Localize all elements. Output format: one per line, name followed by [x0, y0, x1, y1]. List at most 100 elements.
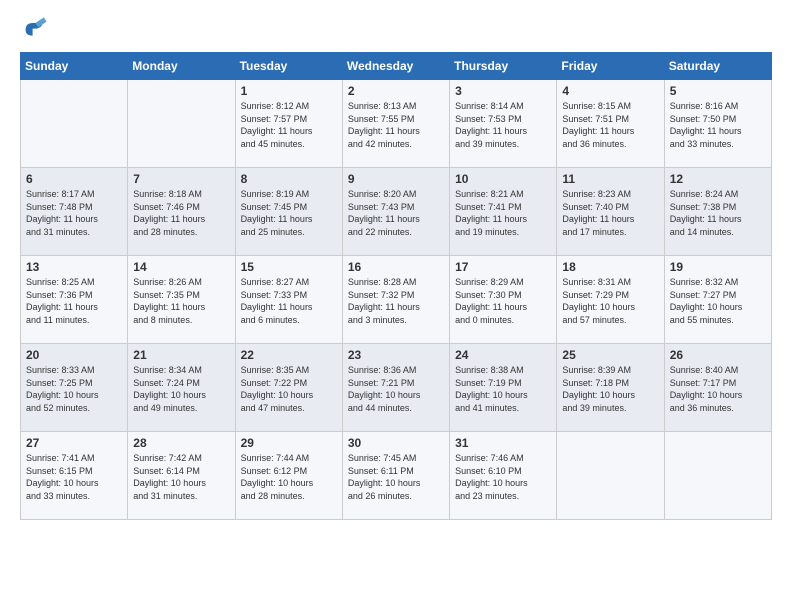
day-number: 5	[670, 84, 766, 98]
day-number: 7	[133, 172, 229, 186]
calendar-cell: 24 Sunrise: 8:38 AM Sunset: 7:19 PM Dayli…	[450, 344, 557, 432]
header-cell-wednesday: Wednesday	[342, 53, 449, 80]
day-number: 9	[348, 172, 444, 186]
day-info: Sunrise: 8:17 AM Sunset: 7:48 PM Dayligh…	[26, 188, 122, 238]
calendar-cell: 11 Sunrise: 8:23 AM Sunset: 7:40 PM Dayli…	[557, 168, 664, 256]
day-info: Sunrise: 8:31 AM Sunset: 7:29 PM Dayligh…	[562, 276, 658, 326]
calendar-cell: 28 Sunrise: 7:42 AM Sunset: 6:14 PM Dayli…	[128, 432, 235, 520]
day-number: 25	[562, 348, 658, 362]
week-row-3: 13Sunrise: 8:25 AM Sunset: 7:36 PM Dayli…	[21, 256, 772, 344]
calendar-cell	[557, 432, 664, 520]
calendar-cell: 10 Sunrise: 8:21 AM Sunset: 7:41 PM Dayli…	[450, 168, 557, 256]
day-info: Sunrise: 8:32 AM Sunset: 7:27 PM Dayligh…	[670, 276, 766, 326]
day-info: Sunrise: 8:16 AM Sunset: 7:50 PM Dayligh…	[670, 100, 766, 150]
week-row-1: 1 Sunrise: 8:12 AM Sunset: 7:57 PM Daylig…	[21, 80, 772, 168]
header-row: SundayMondayTuesdayWednesdayThursdayFrid…	[21, 53, 772, 80]
day-info: Sunrise: 7:44 AM Sunset: 6:12 PM Dayligh…	[241, 452, 337, 502]
day-info: Sunrise: 8:23 AM Sunset: 7:40 PM Dayligh…	[562, 188, 658, 238]
day-info: Sunrise: 8:20 AM Sunset: 7:43 PM Dayligh…	[348, 188, 444, 238]
day-number: 6	[26, 172, 122, 186]
day-number: 17	[455, 260, 551, 274]
day-number: 16	[348, 260, 444, 274]
day-info: Sunrise: 8:29 AM Sunset: 7:30 PM Dayligh…	[455, 276, 551, 326]
day-number: 2	[348, 84, 444, 98]
day-info: Sunrise: 8:13 AM Sunset: 7:55 PM Dayligh…	[348, 100, 444, 150]
day-info: Sunrise: 8:39 AM Sunset: 7:18 PM Dayligh…	[562, 364, 658, 414]
day-number: 27	[26, 436, 122, 450]
header-cell-monday: Monday	[128, 53, 235, 80]
calendar-cell: 20 Sunrise: 8:33 AM Sunset: 7:25 PM Dayli…	[21, 344, 128, 432]
calendar-table: SundayMondayTuesdayWednesdayThursdayFrid…	[20, 52, 772, 520]
calendar-cell: 15 Sunrise: 8:27 AM Sunset: 7:33 PM Dayli…	[235, 256, 342, 344]
header-cell-sunday: Sunday	[21, 53, 128, 80]
day-info: Sunrise: 8:12 AM Sunset: 7:57 PM Dayligh…	[241, 100, 337, 150]
calendar-cell: 22 Sunrise: 8:35 AM Sunset: 7:22 PM Dayli…	[235, 344, 342, 432]
day-info: Sunrise: 7:46 AM Sunset: 6:10 PM Dayligh…	[455, 452, 551, 502]
day-info: Sunrise: 8:28 AM Sunset: 7:32 PM Dayligh…	[348, 276, 444, 326]
day-info: Sunrise: 8:25 AM Sunset: 7:36 PM Dayligh…	[26, 276, 122, 326]
logo-icon	[20, 16, 48, 44]
day-info: Sunrise: 8:35 AM Sunset: 7:22 PM Dayligh…	[241, 364, 337, 414]
day-number: 10	[455, 172, 551, 186]
calendar-cell: 6 Sunrise: 8:17 AM Sunset: 7:48 PM Daylig…	[21, 168, 128, 256]
day-info: Sunrise: 8:21 AM Sunset: 7:41 PM Dayligh…	[455, 188, 551, 238]
calendar-cell: 3Sunrise: 8:14 AM Sunset: 7:53 PM Daylig…	[450, 80, 557, 168]
week-row-4: 20 Sunrise: 8:33 AM Sunset: 7:25 PM Dayli…	[21, 344, 772, 432]
calendar-cell: 19 Sunrise: 8:32 AM Sunset: 7:27 PM Dayli…	[664, 256, 771, 344]
day-number: 15	[241, 260, 337, 274]
day-info: Sunrise: 8:15 AM Sunset: 7:51 PM Dayligh…	[562, 100, 658, 150]
calendar-cell: 1 Sunrise: 8:12 AM Sunset: 7:57 PM Daylig…	[235, 80, 342, 168]
day-info: Sunrise: 8:33 AM Sunset: 7:25 PM Dayligh…	[26, 364, 122, 414]
day-number: 23	[348, 348, 444, 362]
calendar-cell: 12Sunrise: 8:24 AM Sunset: 7:38 PM Dayli…	[664, 168, 771, 256]
day-number: 24	[455, 348, 551, 362]
day-info: Sunrise: 8:27 AM Sunset: 7:33 PM Dayligh…	[241, 276, 337, 326]
calendar-cell: 14 Sunrise: 8:26 AM Sunset: 7:35 PM Dayli…	[128, 256, 235, 344]
day-number: 8	[241, 172, 337, 186]
calendar-cell: 29 Sunrise: 7:44 AM Sunset: 6:12 PM Dayli…	[235, 432, 342, 520]
day-number: 29	[241, 436, 337, 450]
day-info: Sunrise: 8:19 AM Sunset: 7:45 PM Dayligh…	[241, 188, 337, 238]
day-number: 30	[348, 436, 444, 450]
day-info: Sunrise: 8:26 AM Sunset: 7:35 PM Dayligh…	[133, 276, 229, 326]
calendar-cell: 30Sunrise: 7:45 AM Sunset: 6:11 PM Dayli…	[342, 432, 449, 520]
header-cell-friday: Friday	[557, 53, 664, 80]
day-number: 21	[133, 348, 229, 362]
calendar-cell	[664, 432, 771, 520]
calendar-cell: 8 Sunrise: 8:19 AM Sunset: 7:45 PM Daylig…	[235, 168, 342, 256]
calendar-cell: 18 Sunrise: 8:31 AM Sunset: 7:29 PM Dayli…	[557, 256, 664, 344]
week-row-2: 6 Sunrise: 8:17 AM Sunset: 7:48 PM Daylig…	[21, 168, 772, 256]
calendar-cell: 17 Sunrise: 8:29 AM Sunset: 7:30 PM Dayli…	[450, 256, 557, 344]
day-number: 14	[133, 260, 229, 274]
calendar-cell: 26 Sunrise: 8:40 AM Sunset: 7:17 PM Dayli…	[664, 344, 771, 432]
day-number: 31	[455, 436, 551, 450]
logo	[20, 16, 52, 44]
day-number: 1	[241, 84, 337, 98]
day-info: Sunrise: 8:36 AM Sunset: 7:21 PM Dayligh…	[348, 364, 444, 414]
calendar-page: SundayMondayTuesdayWednesdayThursdayFrid…	[0, 0, 792, 536]
day-info: Sunrise: 8:40 AM Sunset: 7:17 PM Dayligh…	[670, 364, 766, 414]
day-info: Sunrise: 8:38 AM Sunset: 7:19 PM Dayligh…	[455, 364, 551, 414]
day-info: Sunrise: 7:42 AM Sunset: 6:14 PM Dayligh…	[133, 452, 229, 502]
calendar-cell: 27 Sunrise: 7:41 AM Sunset: 6:15 PM Dayli…	[21, 432, 128, 520]
calendar-cell: 5 Sunrise: 8:16 AM Sunset: 7:50 PM Daylig…	[664, 80, 771, 168]
day-number: 22	[241, 348, 337, 362]
calendar-cell: 9 Sunrise: 8:20 AM Sunset: 7:43 PM Daylig…	[342, 168, 449, 256]
day-number: 19	[670, 260, 766, 274]
day-info: Sunrise: 7:41 AM Sunset: 6:15 PM Dayligh…	[26, 452, 122, 502]
calendar-cell: 7Sunrise: 8:18 AM Sunset: 7:46 PM Daylig…	[128, 168, 235, 256]
day-number: 18	[562, 260, 658, 274]
calendar-cell: 4 Sunrise: 8:15 AM Sunset: 7:51 PM Daylig…	[557, 80, 664, 168]
calendar-cell: 25 Sunrise: 8:39 AM Sunset: 7:18 PM Dayli…	[557, 344, 664, 432]
header	[20, 16, 772, 44]
calendar-cell: 31 Sunrise: 7:46 AM Sunset: 6:10 PM Dayli…	[450, 432, 557, 520]
day-info: Sunrise: 8:34 AM Sunset: 7:24 PM Dayligh…	[133, 364, 229, 414]
day-number: 20	[26, 348, 122, 362]
day-number: 11	[562, 172, 658, 186]
day-number: 28	[133, 436, 229, 450]
calendar-cell	[21, 80, 128, 168]
calendar-cell: 2 Sunrise: 8:13 AM Sunset: 7:55 PM Daylig…	[342, 80, 449, 168]
day-number: 4	[562, 84, 658, 98]
day-number: 3	[455, 84, 551, 98]
day-number: 26	[670, 348, 766, 362]
